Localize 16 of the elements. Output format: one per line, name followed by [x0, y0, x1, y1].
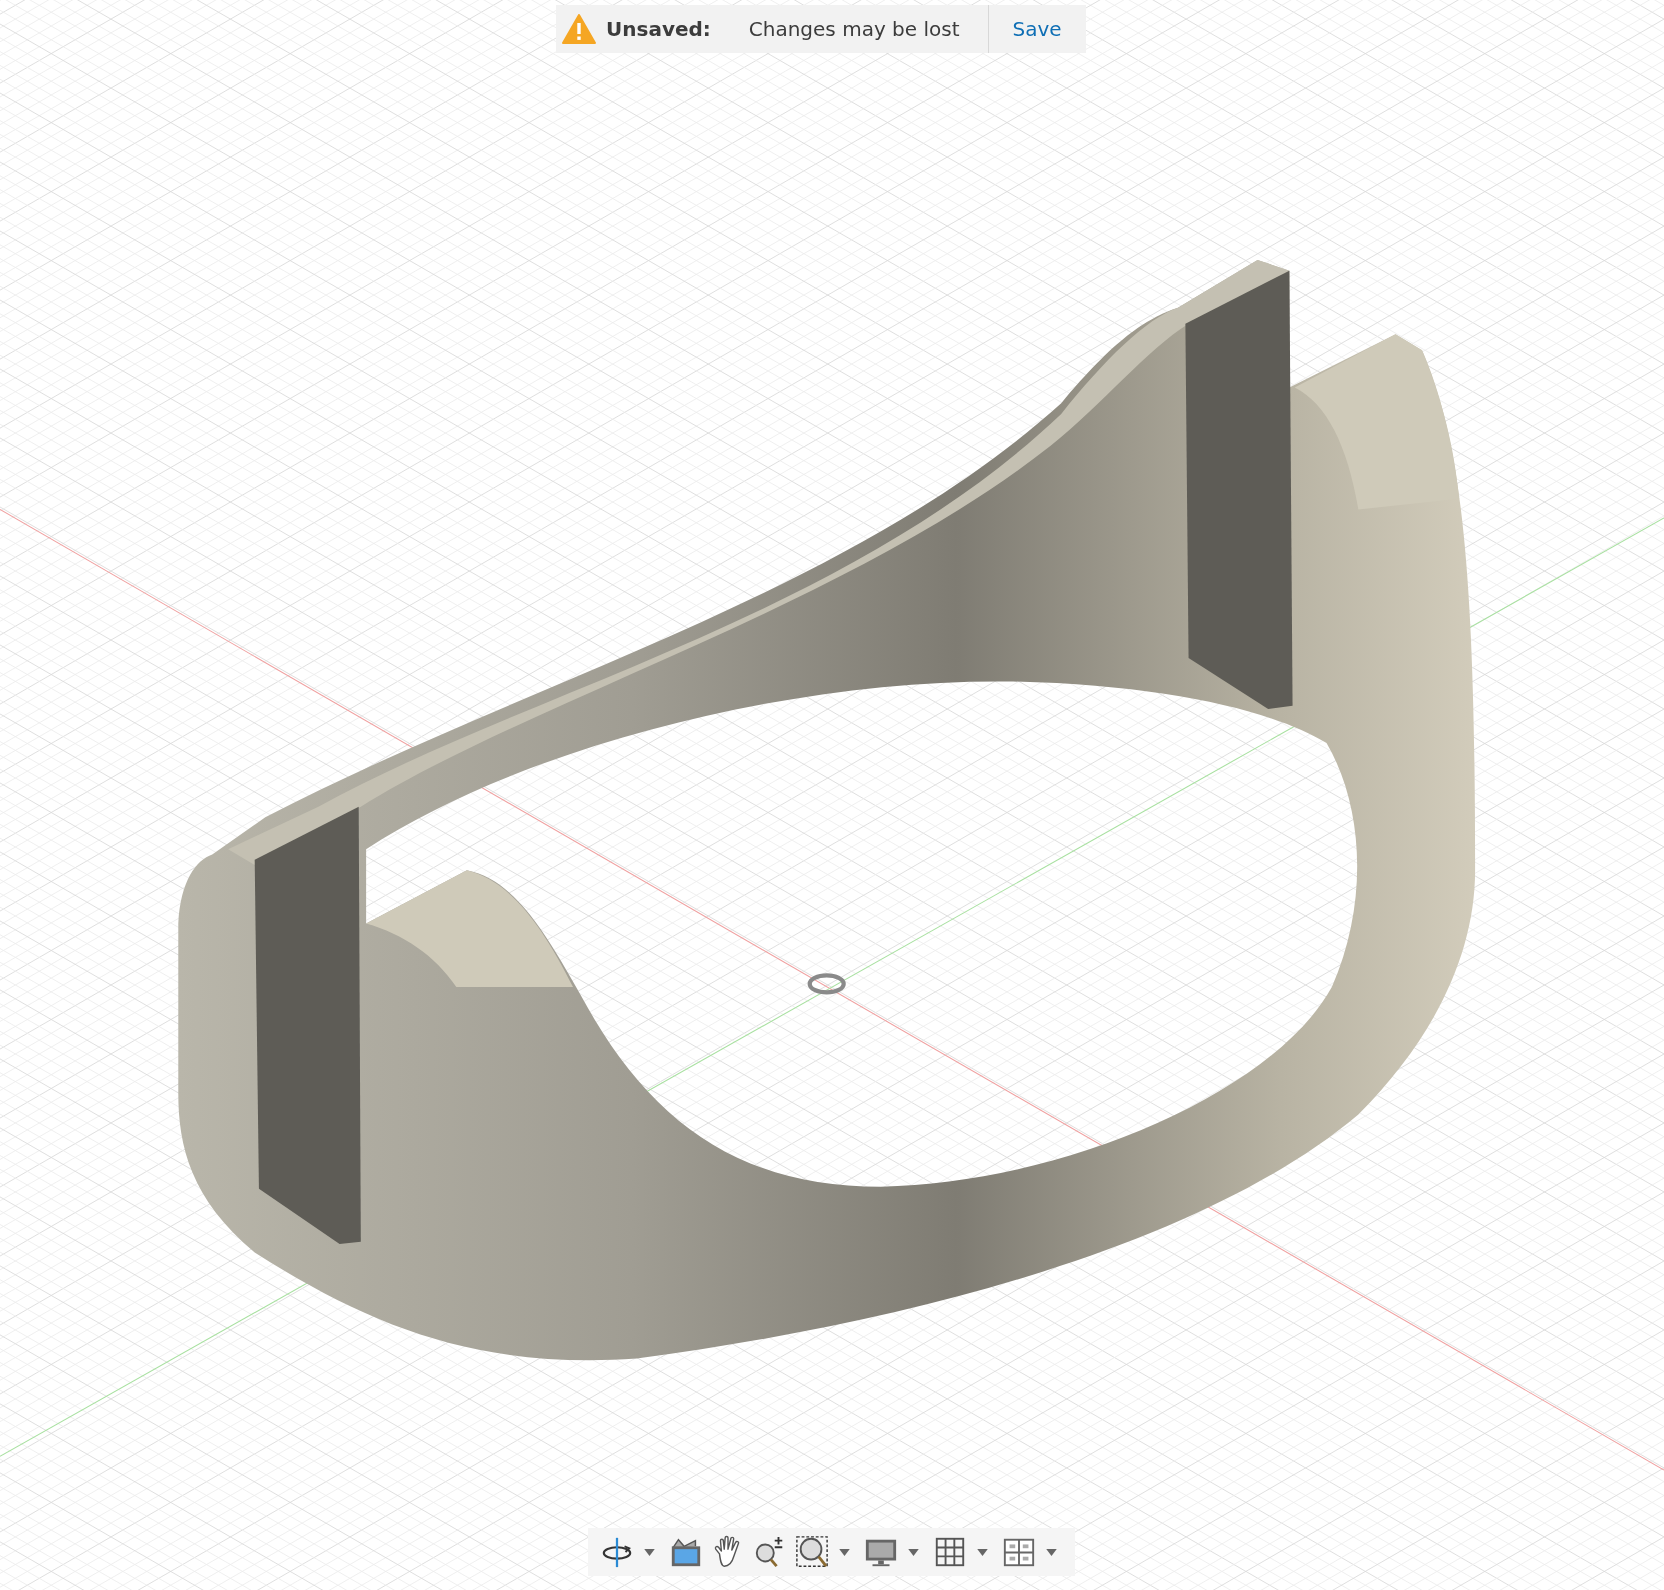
caret-icon[interactable] — [977, 1548, 988, 1556]
orbit-icon — [600, 1535, 634, 1569]
caret-icon[interactable] — [1046, 1548, 1057, 1556]
caret-icon[interactable] — [908, 1548, 919, 1556]
grid-icon — [933, 1535, 967, 1569]
status-message: Changes may be lost — [748, 17, 960, 41]
zoom-window-button[interactable] — [795, 1535, 829, 1569]
zoom-window-icon — [795, 1535, 829, 1569]
unsaved-label: Unsaved: — [606, 17, 711, 41]
caret-icon[interactable] — [644, 1548, 655, 1556]
save-button[interactable]: Save — [1012, 17, 1062, 41]
origin-icon — [807, 973, 846, 995]
grid-button[interactable] — [933, 1535, 967, 1569]
orbit-button[interactable] — [600, 1535, 634, 1569]
warning-icon — [562, 14, 596, 44]
caret-icon[interactable] — [839, 1548, 850, 1556]
